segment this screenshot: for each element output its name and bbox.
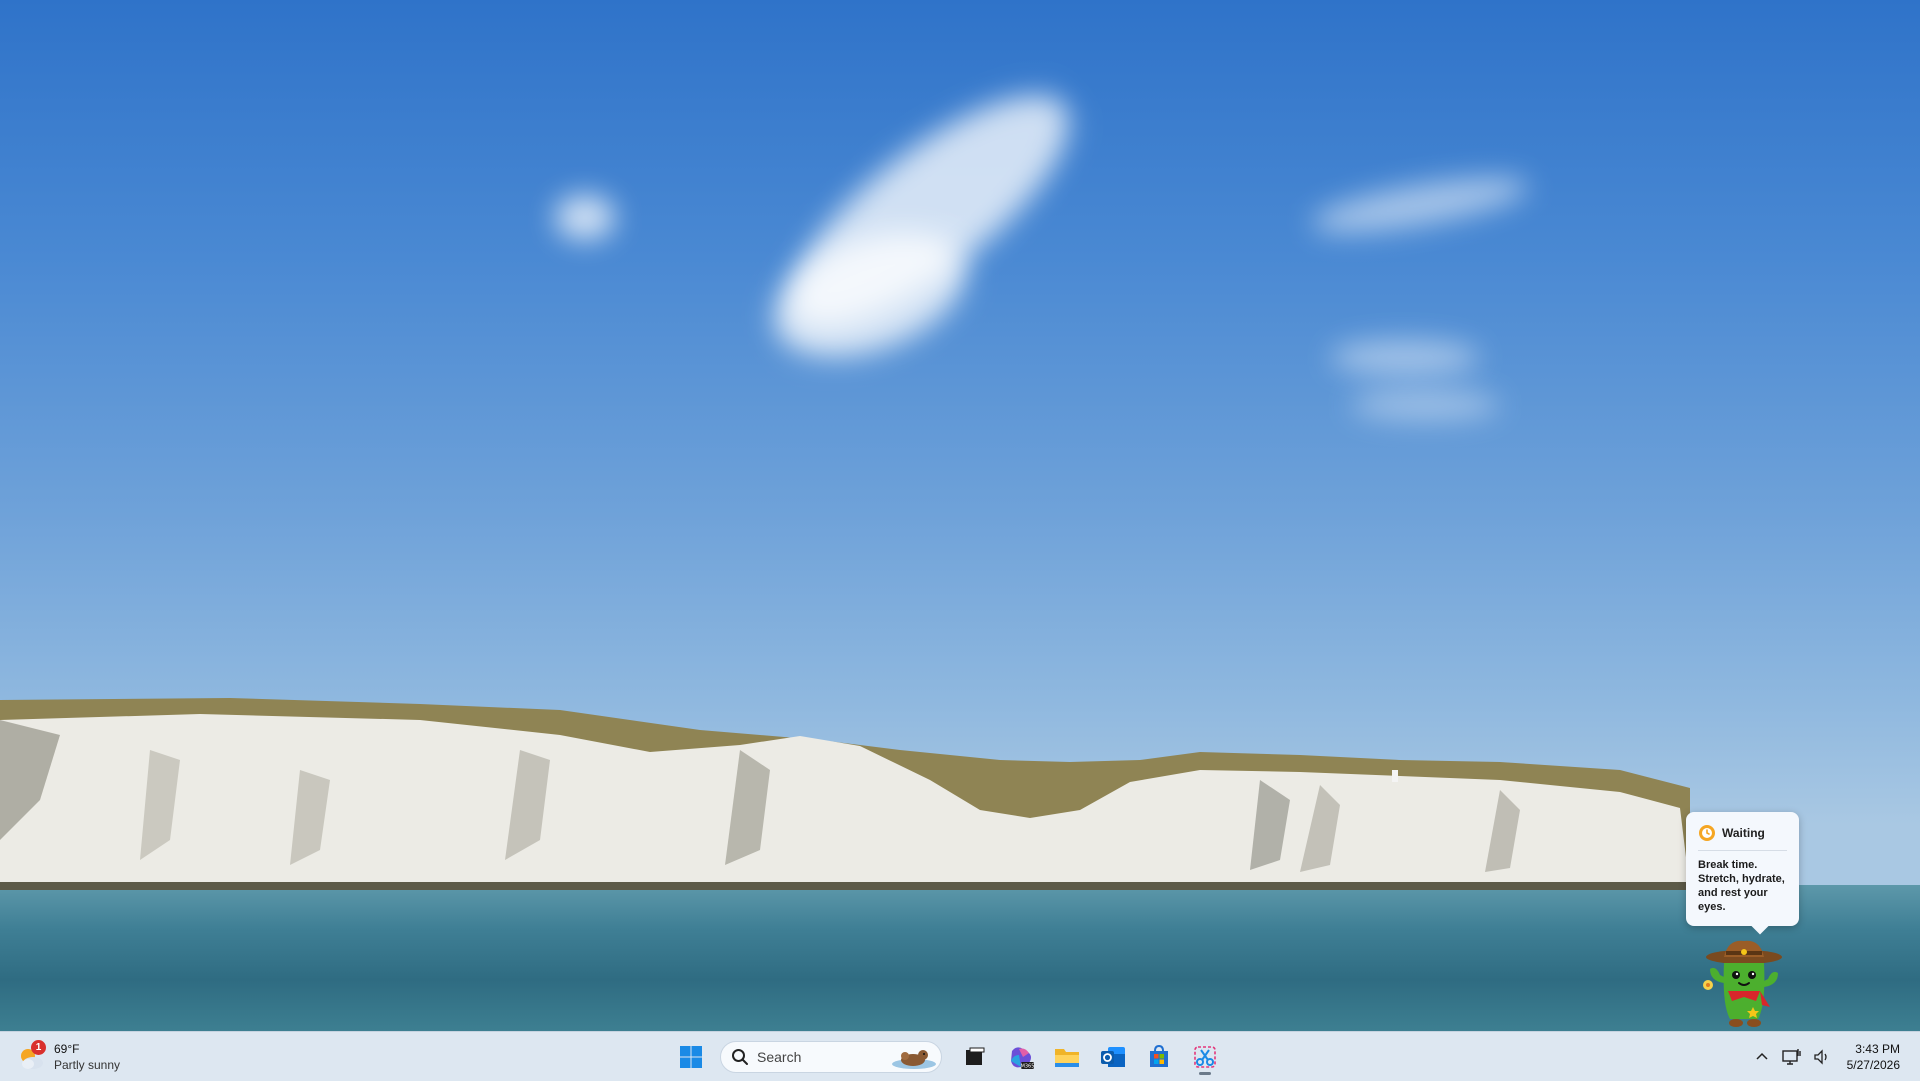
clock-time: 3:43 PM: [1855, 1041, 1900, 1056]
store-icon: [1150, 1044, 1168, 1067]
weather-condition: Partly sunny: [54, 1058, 121, 1072]
pet-notification-bubble[interactable]: Waiting Break time. Stretch, hydrate, an…: [1686, 812, 1799, 926]
snipping-tool-button[interactable]: [1185, 1037, 1225, 1077]
chevron-up-icon: [1756, 1052, 1768, 1060]
snipping-tool-icon: [1194, 1045, 1216, 1068]
pet-message: Break time. Stretch, hydrate, and rest y…: [1698, 859, 1785, 913]
running-indicator: [1199, 1071, 1211, 1075]
partly-sunny-icon: 1: [16, 1040, 46, 1072]
clock-button[interactable]: 3:43 PM 5/27/2026: [1847, 1041, 1900, 1073]
weather-notification-badge: 1: [31, 1040, 46, 1055]
weather-temperature: 69°F: [54, 1042, 80, 1056]
weather-widget[interactable]: 1 69°F Partly sunny: [16, 1038, 120, 1076]
wallpaper-cloud: [555, 195, 615, 240]
outlook-button[interactable]: [1093, 1037, 1133, 1077]
search-label: Search: [757, 1048, 802, 1065]
taskbar-search-box[interactable]: Search: [720, 1040, 942, 1073]
outlook-icon: [1101, 1046, 1125, 1067]
cactus-cowboy-pet-icon[interactable]: [1700, 935, 1788, 1031]
pet-status-label: Waiting: [1722, 826, 1765, 840]
microsoft-365-copilot-button[interactable]: M365: [1001, 1037, 1041, 1077]
wallpaper-cloud: [1330, 340, 1480, 375]
pet-bubble-divider: [1698, 850, 1787, 851]
windows-logo-icon: [680, 1045, 702, 1068]
start-button[interactable]: [671, 1037, 711, 1077]
search-highlight-otter-icon: [892, 1049, 936, 1069]
microsoft-store-button[interactable]: [1139, 1037, 1179, 1077]
folder-icon: [1055, 1048, 1079, 1067]
desktop-wallpaper: Waiting Break time. Stretch, hydrate, an…: [0, 0, 1920, 1031]
file-explorer-button[interactable]: [1047, 1037, 1087, 1077]
taskbar-pinned-apps: Search M365: [668, 1032, 1228, 1081]
task-view-icon: [966, 1047, 985, 1065]
task-view-button[interactable]: [955, 1037, 995, 1077]
system-tray: 3:43 PM 5/27/2026: [1747, 1032, 1920, 1081]
wallpaper-sea: [0, 885, 1920, 1031]
wallpaper-cloud: [1308, 166, 1532, 244]
wallpaper-cloud: [1350, 390, 1500, 420]
network-icon: [1781, 1048, 1801, 1065]
clock-date: 5/27/2026: [1846, 1057, 1900, 1072]
svg-text:M365: M365: [1021, 1063, 1035, 1069]
taskbar: 1 69°F Partly sunny Search M365 3:43 PM …: [0, 1031, 1920, 1081]
microsoft-365-icon: M365: [1011, 1046, 1035, 1069]
volume-button[interactable]: [1809, 1044, 1835, 1070]
speaker-icon: [1813, 1048, 1827, 1065]
wallpaper-cliffs: [0, 698, 1690, 890]
waiting-status-icon: [1699, 825, 1715, 841]
show-hidden-icons-button[interactable]: [1749, 1044, 1775, 1070]
network-button[interactable]: [1779, 1044, 1805, 1070]
search-icon: [732, 1048, 748, 1065]
